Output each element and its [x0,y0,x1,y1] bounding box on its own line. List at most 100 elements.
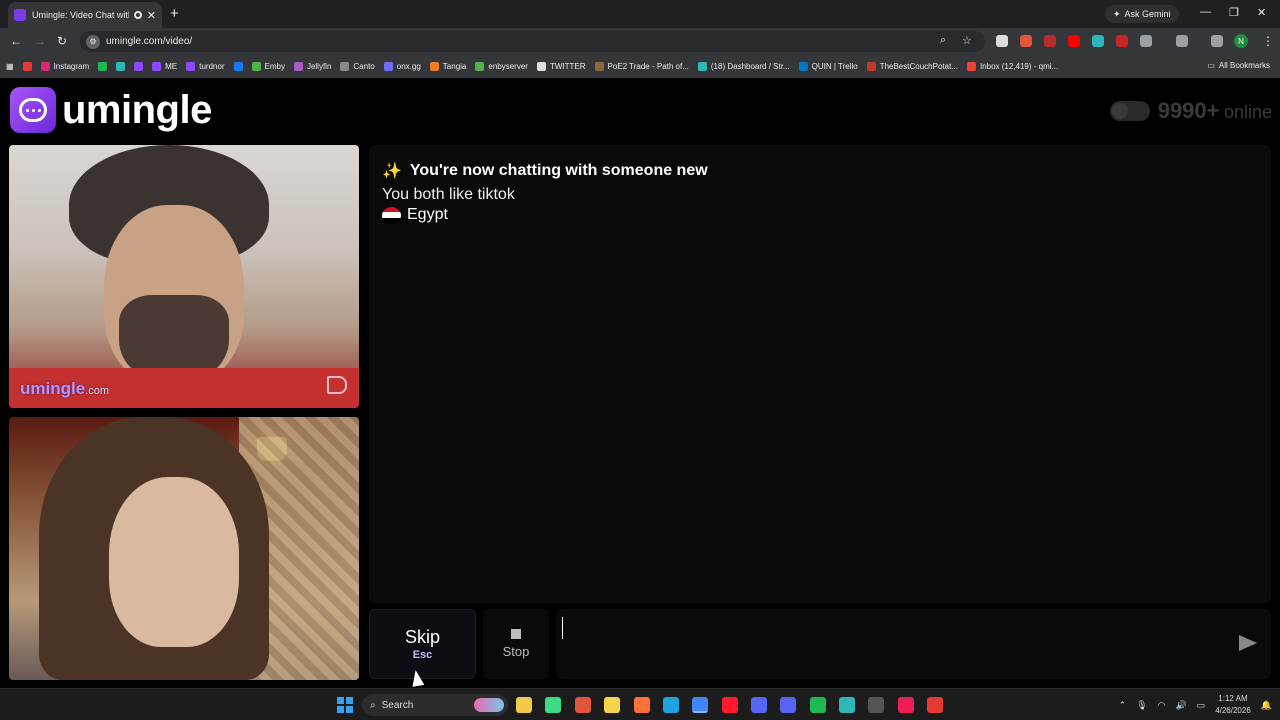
bookmark-item[interactable]: Jellyfin [293,62,332,71]
all-bookmarks-button[interactable]: ▭ All Bookmarks [1207,61,1270,70]
skip-button[interactable]: Skip Esc [369,609,476,679]
bookmark-item[interactable] [116,62,126,71]
extension-youtube-icon[interactable] [1068,35,1080,47]
obs-icon[interactable] [868,697,884,713]
bookmark-item[interactable] [22,62,32,71]
bookmark-favicon-icon [966,62,976,71]
bookmark-favicon-icon [22,62,32,71]
app-icon-orange[interactable] [575,697,591,713]
media-control-icon[interactable] [1211,35,1223,47]
spotify-icon[interactable] [810,697,826,713]
bookmark-item[interactable] [134,62,144,71]
bookmark-item[interactable] [98,62,108,71]
bookmark-item[interactable]: turdnor [186,62,225,71]
microphone-icon[interactable]: 🎙 [1136,700,1147,711]
battery-icon[interactable]: ▭ [1197,700,1206,711]
brand-name: umingle [62,87,212,132]
notification-bell-icon[interactable]: 🔔 [1261,700,1272,711]
bookmark-item[interactable]: ME [152,62,177,71]
windows-start-icon[interactable] [337,697,353,713]
stop-button[interactable]: Stop [483,609,549,679]
extension-red-icon[interactable] [1044,35,1056,47]
bookmark-label: Jellyfin [306,62,332,71]
edge-icon[interactable] [663,697,679,713]
cast-icon[interactable] [1176,35,1188,47]
bookmark-favicon-icon [98,62,108,71]
bookmark-item[interactable]: PoE2 Trade - Path of... [594,62,689,71]
bookmark-item[interactable]: Instagram [40,62,89,71]
url-bar[interactable]: ⚙ umingle.com/video/ ⌕ ☆ [80,31,985,52]
stranger-country: Egypt [382,206,1258,224]
apps-grid-icon[interactable]: ▦ [6,62,14,71]
gemini-sparkle-icon: ✦ [1113,8,1121,19]
bookmark-item[interactable]: Tangia [429,62,467,71]
app-icon-red[interactable] [927,697,943,713]
window-close-icon[interactable]: ✕ [1257,6,1266,19]
bookmark-favicon-icon [536,62,546,71]
bookmark-label: Tangia [442,62,467,71]
file-explorer-icon[interactable] [516,697,532,713]
chat-bubble-logo-icon [10,87,56,133]
chrome-icon[interactable] [692,697,708,713]
app-icon-blue[interactable] [751,697,767,713]
online-toggle[interactable] [1109,101,1150,121]
tab-title: Umingle: Video Chat with S [32,10,129,20]
extensions-puzzle-icon[interactable] [1140,35,1152,47]
discord-icon[interactable] [780,697,796,713]
all-bookmarks-label: All Bookmarks [1218,61,1270,70]
minimize-icon[interactable]: — [1200,6,1211,18]
umingle-logo[interactable]: umingle [10,87,212,133]
bookmark-item[interactable]: Emby [251,62,285,71]
bookmark-item[interactable]: onx.gg [383,62,421,71]
site-info-icon[interactable]: ⚙ [86,34,100,49]
sticky-notes-icon[interactable] [604,697,620,713]
ask-gemini-label: Ask Gemini [1124,9,1171,19]
ask-gemini-button[interactable]: ✦ Ask Gemini [1105,5,1179,23]
zoom-icon[interactable]: ⌕ [940,34,946,47]
clock[interactable]: 1:12 AM 4/26/2026 [1215,693,1251,717]
opera-icon[interactable] [722,697,738,713]
volume-icon[interactable]: 🔊 [1175,700,1186,711]
back-arrow-icon[interactable]: ← [10,34,22,48]
media-player-icon[interactable] [545,697,561,713]
taskbar-search[interactable]: ⌕ Search [362,694,508,716]
report-flag-icon[interactable] [327,376,347,394]
profile-avatar[interactable]: N [1234,34,1248,48]
extension-k-icon[interactable] [996,35,1008,47]
bookmark-star-icon[interactable]: ☆ [962,34,972,47]
bookmark-favicon-icon [134,62,144,71]
egypt-flag-icon [382,206,401,224]
forward-arrow-icon[interactable]: → [34,34,46,48]
extension-fox-icon[interactable] [1020,35,1032,47]
search-highlight-art [474,698,504,712]
bookmark-item[interactable]: Inbox (12,419) - qmi... [966,62,1058,71]
new-tab-button[interactable]: + [170,5,179,22]
url-text: umingle.com/video/ [106,36,193,47]
reload-icon[interactable]: ↻ [57,34,67,48]
bookmark-item[interactable]: Canto [340,62,375,71]
tiktok-icon[interactable] [898,697,914,713]
stop-square-icon [511,629,521,639]
browser-menu-icon[interactable]: ⋮ [1262,34,1274,48]
notepad-icon[interactable] [839,697,855,713]
bookmark-item[interactable] [233,62,243,71]
extension-teal-icon[interactable] [1092,35,1104,47]
umingle-page: umingle 9990+ online umingle.com ✨ You'r… [0,78,1280,688]
restore-icon[interactable]: ❐ [1229,6,1239,19]
extension-block-icon[interactable] [1116,35,1128,47]
chevron-up-icon[interactable]: ⌃ [1119,700,1127,711]
browser-tab-active[interactable]: Umingle: Video Chat with S ✕ [8,2,162,28]
recording-indicator-icon [133,11,142,19]
umingle-watermark: umingle.com [20,379,110,398]
bookmark-item[interactable]: (18) Dashboard / Str... [697,62,790,71]
send-icon[interactable] [1239,635,1257,651]
firefox-icon[interactable] [634,697,650,713]
bookmark-item[interactable]: TWITTER [536,62,586,71]
bookmark-item[interactable]: QUIN | Trello [798,62,858,71]
message-input[interactable] [562,617,1202,639]
online-count: 9990+ [1157,98,1220,123]
bookmark-item[interactable]: enbyserver [475,62,528,71]
tab-close-button[interactable]: ✕ [147,9,156,22]
wifi-icon[interactable]: ◠ [1158,700,1166,711]
bookmark-item[interactable]: TheBestCouchPotat... [866,62,958,71]
